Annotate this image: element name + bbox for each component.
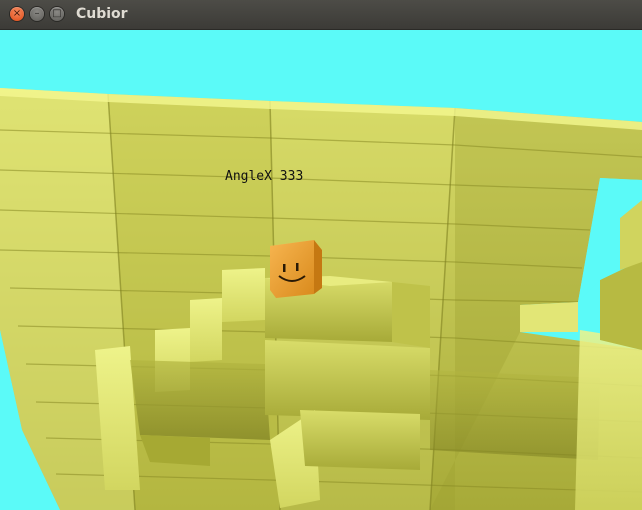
game-scene	[0, 88, 642, 510]
app-window: × – □ Cubior AngleX 333	[0, 0, 642, 510]
maximize-icon: □	[52, 8, 62, 19]
minimize-icon: –	[34, 8, 40, 19]
player-cube	[270, 240, 322, 298]
close-button[interactable]: ×	[10, 7, 24, 21]
maximize-button[interactable]: □	[50, 7, 64, 21]
title-bar[interactable]: × – □ Cubior	[0, 0, 642, 30]
close-icon: ×	[12, 8, 22, 19]
game-viewport[interactable]: AngleX 333	[0, 30, 642, 510]
window-title: Cubior	[76, 6, 128, 22]
hud-angle-readout: AngleX 333	[225, 169, 304, 184]
minimize-button[interactable]: –	[30, 7, 44, 21]
level-terrain	[0, 88, 642, 510]
